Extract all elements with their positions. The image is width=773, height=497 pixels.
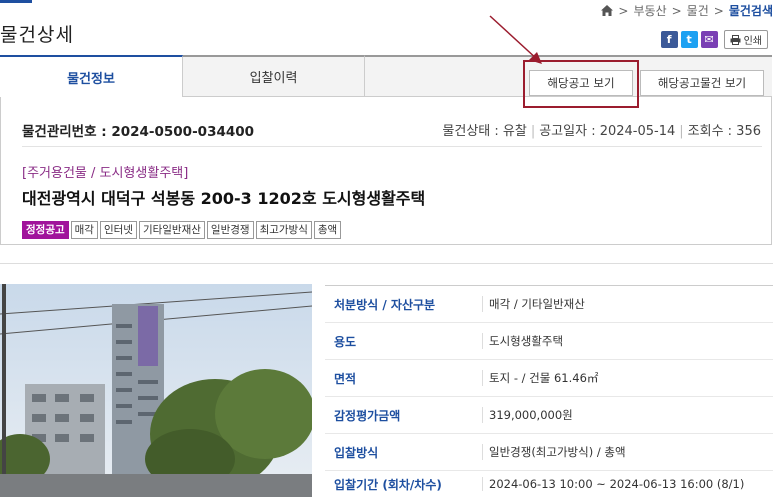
tag-bid-type: 일반경쟁 [206, 221, 254, 239]
detail-value: 토지 - / 건물 61.46㎡ [482, 370, 598, 386]
management-number: 물건관리번호 : 2024-0500-034400 [22, 124, 255, 140]
twitter-share-button[interactable]: t [680, 31, 698, 48]
tag-sale: 매각 [70, 221, 98, 239]
tag-price-method: 최고가방식 [255, 221, 312, 239]
property-photo[interactable] [0, 284, 312, 497]
breadcrumb-item-real-estate[interactable]: 부동산 [633, 2, 666, 19]
detail-label: 처분방식 / 자산구분 [334, 297, 436, 312]
detail-label: 입찰기간 (회차/차수) [334, 477, 442, 492]
mail-share-button[interactable]: ✉ [700, 31, 718, 48]
view-count: 조회수 : 356 [687, 124, 761, 139]
detail-row: 처분방식 / 자산구분 매각 / 기타일반재산 [325, 286, 773, 323]
item-status: 물건상태 : 유찰 [442, 124, 527, 139]
detail-label: 면적 [334, 371, 357, 386]
section-divider [0, 263, 773, 264]
tab-bid-history[interactable]: 입찰이력 [183, 55, 365, 97]
print-button[interactable]: 인쇄 [723, 30, 768, 49]
detail-value: 일반경쟁(최고가방식) / 총액 [482, 444, 626, 460]
item-address: 대전광역시 대덕구 석봉동 200-3 1202호 도시형생활주택 [22, 189, 426, 208]
breadcrumb-separator: > [671, 3, 682, 18]
detail-row: 면적 토지 - / 건물 61.46㎡ [325, 360, 773, 397]
item-category: [주거용건물 / 도시형생활주택] [22, 166, 189, 181]
detail-row: 감정평가금액 319,000,000원 [325, 397, 773, 434]
detail-value: 매각 / 기타일반재산 [482, 296, 585, 312]
share-toolbar: f t ✉ 인쇄 [660, 30, 768, 49]
divider [22, 146, 762, 147]
annotation-arrow-icon [489, 15, 542, 64]
detail-row: 입찰방식 일반경쟁(최고가방식) / 총액 [325, 434, 773, 471]
tag-correction-notice: 정정공고 [22, 221, 69, 239]
page-title: 물건상세 [0, 24, 74, 46]
home-icon[interactable] [601, 5, 614, 16]
detail-value: 2024-06-13 10:00 ~ 2024-06-13 16:00 (8/1… [482, 477, 744, 491]
printer-icon [730, 34, 741, 45]
tab-item-info[interactable]: 물건정보 [0, 55, 183, 97]
detail-label: 용도 [334, 334, 357, 349]
detail-value: 도시형생활주택 [482, 333, 563, 349]
item-status-bar: 물건상태 : 유찰 | 공고일자 : 2024-05-14 | 조회수 : 356 [442, 124, 761, 139]
breadcrumb-current[interactable]: 물건검색 [729, 2, 773, 19]
detail-label: 입찰방식 [334, 445, 379, 460]
tag-list: 정정공고 매각 인터넷 기타일반재산 일반경쟁 최고가방식 총액 [22, 221, 342, 239]
tag-asset-type: 기타일반재산 [138, 221, 205, 239]
view-notice-items-button[interactable]: 해당공고물건 보기 [640, 70, 764, 96]
detail-label: 감정평가금액 [334, 408, 401, 423]
facebook-share-button[interactable]: f [660, 31, 678, 48]
breadcrumb: > 부동산 > 물건 > 물건검색 [601, 2, 773, 19]
detail-row: 용도 도시형생활주택 [325, 323, 773, 360]
breadcrumb-separator: > [618, 3, 629, 18]
notice-date: 공고일자 : 2024-05-14 [539, 124, 676, 139]
breadcrumb-separator: > [713, 3, 724, 18]
detail-row: 입찰기간 (회차/차수) 2024-06-13 10:00 ~ 2024-06-… [325, 471, 773, 497]
title-accent-bar [0, 0, 32, 3]
print-label: 인쇄 [743, 36, 762, 47]
detail-value: 319,000,000원 [482, 407, 573, 423]
breadcrumb-item-item[interactable]: 물건 [687, 2, 709, 19]
tag-total: 총액 [313, 221, 342, 239]
tag-internet: 인터넷 [99, 221, 137, 239]
